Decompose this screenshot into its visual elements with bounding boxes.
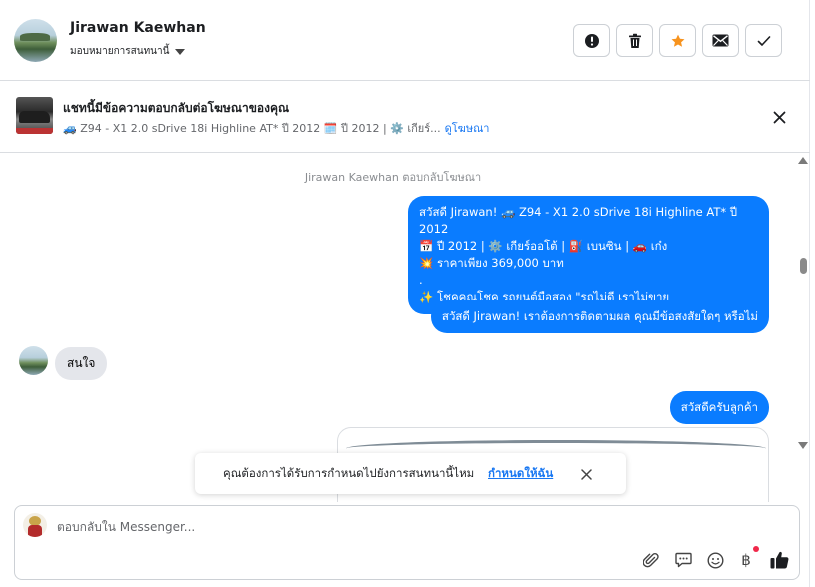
messenger-conversation-panel: Jirawan Kaewhan มอบหมายการสนทนานี้ แชทนี… [0,0,810,587]
assign-prompt-toast: คุณต้องการได้รับการกำหนดไปยังการสนทนานี้… [195,453,626,494]
checkmark-icon [757,35,770,46]
delete-button[interactable] [616,24,653,57]
assign-dropdown[interactable]: มอบหมายการสนทนานี้ [70,44,186,59]
saved-reply-icon[interactable] [673,550,693,570]
scroll-down-arrow-icon[interactable] [798,442,808,449]
spam-button[interactable] [573,24,610,57]
ad-reply-banner: แชทนี้มีข้อความตอบกลับต่อโฆษณาของคุณ 🚙 Z… [0,81,810,153]
message-thread[interactable]: Jirawan Kaewhan ตอบกลับโฆษณา สวัสดี Jira… [0,154,796,502]
avatar [23,513,47,537]
message-line: 💥 ราคาเพียง 369,000 บาท [419,256,564,270]
ad-thumbnail[interactable] [16,97,53,134]
outgoing-message[interactable]: สวัสดีครับลูกค้า [669,391,769,424]
contact-name[interactable]: Jirawan Kaewhan [70,20,206,36]
envelope-icon [712,34,729,47]
emoji-icon[interactable] [705,550,725,570]
star-icon [671,34,684,47]
view-ad-link[interactable]: ดูโฆษณา [445,122,490,135]
mark-done-button[interactable] [745,24,782,57]
ad-banner-title: แชทนี้มีข้อความตอบกลับต่อโฆษณาของคุณ [63,101,290,115]
message-line: . [419,273,423,287]
trash-icon [628,33,641,48]
baht-icon[interactable]: ฿ [736,550,756,570]
mark-unread-button[interactable] [702,24,739,57]
close-icon[interactable] [577,465,595,483]
outgoing-message[interactable]: สวัสดี Jirawan! 🚙 Z94 - X1 2.0 sDrive 18… [408,196,769,314]
ad-subtitle-text: 🚙 Z94 - X1 2.0 sDrive 18i Highline AT* ป… [63,122,441,135]
baht-symbol: ฿ [741,551,751,569]
avatar[interactable] [19,346,48,375]
conversation-header: Jirawan Kaewhan มอบหมายการสนทนานี้ [0,0,810,81]
reply-input[interactable] [57,520,657,534]
message-composer: ฿ [14,505,800,580]
toast-text: คุณต้องการได้รับการกำหนดไปยังการสนทนานี้… [223,466,475,480]
avatar[interactable] [14,19,57,62]
message-line: 📅 ปี 2012 | ⚙️ เกียร์ออโต้ | ⛽ เบนซิน | … [419,239,668,253]
star-button[interactable] [659,24,696,57]
message-line: สวัสดี Jirawan! 🚙 Z94 - X1 2.0 sDrive 18… [419,205,738,236]
scroll-up-arrow-icon[interactable] [798,157,808,164]
thumbs-up-icon[interactable] [769,550,789,570]
alert-icon [584,33,599,48]
scrollbar-thumb[interactable] [800,258,807,274]
notification-dot [753,546,759,552]
paperclip-icon[interactable] [641,550,661,570]
chevron-down-icon [175,48,186,55]
system-message: Jirawan Kaewhan ตอบกลับโฆษณา [304,171,482,184]
assign-label: มอบหมายการสนทนานี้ [70,46,170,57]
assign-to-me-link[interactable]: กำหนดให้ฉัน [488,465,553,483]
close-icon[interactable] [769,107,789,127]
outgoing-message[interactable]: สวัสดี Jirawan! เราต้องการติดตามผล คุณมี… [430,300,769,333]
ad-banner-subtitle: 🚙 Z94 - X1 2.0 sDrive 18i Highline AT* ป… [63,119,489,137]
incoming-message[interactable]: สนใจ [55,347,108,380]
